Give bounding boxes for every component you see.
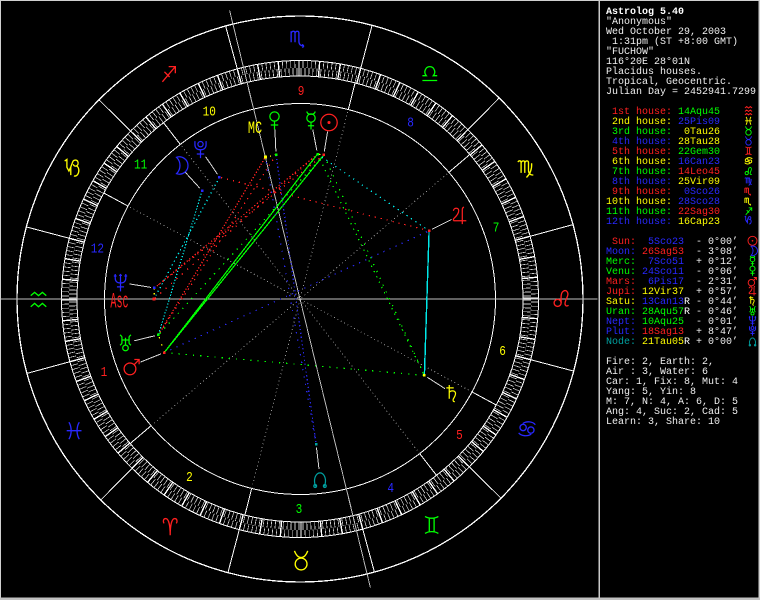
svg-text:1: 1 [101,365,108,380]
svg-text:5: 5 [456,428,463,443]
svg-text:3: 3 [296,502,303,517]
svg-text:2: 2 [186,470,193,485]
svg-text:7: 7 [493,221,500,236]
svg-text:21Tau05: 21Tau05 [642,337,684,348]
svg-text:6: 6 [499,344,506,359]
svg-text:Asc: Asc [110,291,128,315]
svg-text:Learn: 3, Share: 10: Learn: 3, Share: 10 [606,416,720,428]
svg-text:8: 8 [407,116,414,131]
svg-text:Node:: Node: [606,336,636,348]
svg-text:4: 4 [387,481,394,496]
svg-text:16Cap23: 16Cap23 [678,217,720,228]
svg-text:MC: MC [248,118,262,139]
svg-text:10: 10 [203,105,216,120]
svg-text:+ 0°00’: + 0°00’ [696,336,738,348]
svg-text:9: 9 [298,84,305,99]
svg-text:R: R [684,337,690,348]
svg-text:R: R [684,307,690,318]
svg-text:12th house:: 12th house: [606,216,672,228]
svg-text:Julian Day = 2452941.7299: Julian Day = 2452941.7299 [606,86,756,98]
svg-text:11: 11 [134,158,147,173]
svg-text:12: 12 [91,242,104,257]
